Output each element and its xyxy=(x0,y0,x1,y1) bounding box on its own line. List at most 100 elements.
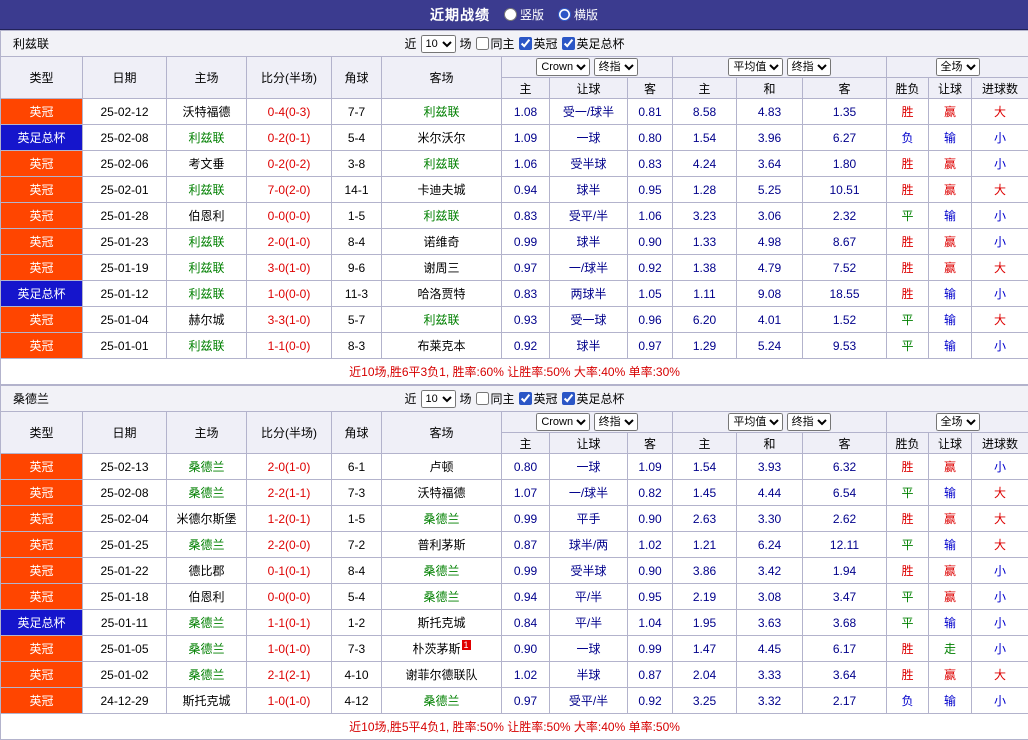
cell-away-team[interactable]: 沃特福德 xyxy=(382,480,502,506)
table-row: 英冠25-02-08桑德兰2-2(1-1)7-3沃特福德1.07一/球半0.82… xyxy=(1,480,1028,506)
same-venue-filter[interactable]: 同主 xyxy=(476,390,515,407)
cell-corners: 7-7 xyxy=(332,99,382,125)
fa-cup-checkbox[interactable] xyxy=(562,37,575,50)
cell-away-team[interactable]: 谢周三 xyxy=(382,255,502,281)
same-venue-checkbox[interactable] xyxy=(476,392,489,405)
vertical-layout-radio[interactable] xyxy=(504,8,517,21)
cell-home-team[interactable]: 桑德兰 xyxy=(167,610,247,636)
bookmaker-select[interactable]: Crown xyxy=(536,58,590,76)
championship-checkbox[interactable] xyxy=(519,37,532,50)
cell-away-team[interactable]: 卢顿 xyxy=(382,454,502,480)
cell-away-team[interactable]: 谢菲尔德联队 xyxy=(382,662,502,688)
final-odds-select-2[interactable]: 终指 xyxy=(787,413,831,431)
fulltime-select[interactable]: 全场 xyxy=(936,58,980,76)
match-count-select[interactable]: 10 xyxy=(421,390,456,408)
championship-filter[interactable]: 英冠 xyxy=(519,35,558,52)
cell-away-team[interactable]: 利兹联 xyxy=(382,151,502,177)
final-odds-select-2[interactable]: 终指 xyxy=(787,58,831,76)
championship-checkbox[interactable] xyxy=(519,392,532,405)
cell-away-team[interactable]: 朴茨茅斯1 xyxy=(382,636,502,662)
layout-option-horizontal[interactable]: 横版 xyxy=(558,6,598,23)
cell-home-team[interactable]: 利兹联 xyxy=(167,177,247,203)
cell-handicap-result: 赢 xyxy=(929,255,972,281)
cell-date: 25-02-08 xyxy=(83,125,167,151)
cell-away-team[interactable]: 桑德兰 xyxy=(382,506,502,532)
championship-filter[interactable]: 英冠 xyxy=(519,390,558,407)
cell-away-team[interactable]: 普利茅斯 xyxy=(382,532,502,558)
cell-home-team[interactable]: 利兹联 xyxy=(167,255,247,281)
cell-home-team[interactable]: 利兹联 xyxy=(167,229,247,255)
fa-cup-checkbox[interactable] xyxy=(562,392,575,405)
cell-away-team[interactable]: 斯托克城 xyxy=(382,610,502,636)
average-select[interactable]: 平均值 xyxy=(728,413,783,431)
cell-home-team[interactable]: 利兹联 xyxy=(167,333,247,359)
same-venue-label: 同主 xyxy=(491,35,515,52)
final-odds-select[interactable]: 终指 xyxy=(594,58,638,76)
cell-corners: 14-1 xyxy=(332,177,382,203)
same-venue-checkbox[interactable] xyxy=(476,37,489,50)
cell-away-team[interactable]: 卡迪夫城 xyxy=(382,177,502,203)
cell-away-team[interactable]: 布莱克本 xyxy=(382,333,502,359)
final-odds-select[interactable]: 终指 xyxy=(594,413,638,431)
cell-home-team[interactable]: 伯恩利 xyxy=(167,584,247,610)
cell-home-team[interactable]: 利兹联 xyxy=(167,281,247,307)
cell-home-team[interactable]: 伯恩利 xyxy=(167,203,247,229)
horizontal-layout-radio[interactable] xyxy=(558,8,571,21)
cell-away-team[interactable]: 诺维奇 xyxy=(382,229,502,255)
cell-away-odds: 0.92 xyxy=(628,688,673,714)
cell-away-team[interactable]: 桑德兰 xyxy=(382,584,502,610)
cell-home-team[interactable]: 米德尔斯堡 xyxy=(167,506,247,532)
layout-option-vertical[interactable]: 竖版 xyxy=(504,6,544,23)
fulltime-select[interactable]: 全场 xyxy=(936,413,980,431)
match-count-select[interactable]: 10 xyxy=(421,35,456,53)
cell-date: 25-01-01 xyxy=(83,333,167,359)
cell-avg-away: 2.62 xyxy=(803,506,887,532)
cell-handicap: 平/半 xyxy=(550,584,628,610)
cell-score: 1-0(1-0) xyxy=(247,688,332,714)
cell-away-team[interactable]: 利兹联 xyxy=(382,307,502,333)
cell-handicap-result: 输 xyxy=(929,480,972,506)
cell-handicap: 球半 xyxy=(550,177,628,203)
cell-result: 胜 xyxy=(887,662,929,688)
cell-away-team[interactable]: 桑德兰 xyxy=(382,558,502,584)
cell-home-team[interactable]: 桑德兰 xyxy=(167,662,247,688)
cell-goals-result: 大 xyxy=(972,99,1028,125)
bookmaker-select[interactable]: Crown xyxy=(536,413,590,431)
cell-home-odds: 0.94 xyxy=(502,584,550,610)
cell-competition: 英冠 xyxy=(1,307,83,333)
cell-away-team[interactable]: 桑德兰 xyxy=(382,688,502,714)
cell-goals-result: 大 xyxy=(972,662,1028,688)
cell-home-team[interactable]: 桑德兰 xyxy=(167,532,247,558)
cell-home-team[interactable]: 桑德兰 xyxy=(167,636,247,662)
cell-away-odds: 0.87 xyxy=(628,662,673,688)
col-header-home-odds: 主 xyxy=(502,433,550,454)
cell-away-team[interactable]: 利兹联 xyxy=(382,99,502,125)
cell-home-team[interactable]: 桑德兰 xyxy=(167,480,247,506)
fa-cup-filter[interactable]: 英足总杯 xyxy=(562,390,625,407)
cell-home-team[interactable]: 考文垂 xyxy=(167,151,247,177)
cell-home-odds: 0.80 xyxy=(502,454,550,480)
cell-home-team[interactable]: 德比郡 xyxy=(167,558,247,584)
cell-result: 胜 xyxy=(887,558,929,584)
cell-result: 胜 xyxy=(887,255,929,281)
cell-home-team[interactable]: 利兹联 xyxy=(167,125,247,151)
average-select[interactable]: 平均值 xyxy=(728,58,783,76)
cell-score: 2-2(1-1) xyxy=(247,480,332,506)
cell-home-team[interactable]: 赫尔城 xyxy=(167,307,247,333)
cell-score: 1-2(0-1) xyxy=(247,506,332,532)
cell-home-team[interactable]: 桑德兰 xyxy=(167,454,247,480)
cell-away-team[interactable]: 米尔沃尔 xyxy=(382,125,502,151)
cell-home-odds: 1.09 xyxy=(502,125,550,151)
cell-home-team[interactable]: 斯托克城 xyxy=(167,688,247,714)
cell-home-team[interactable]: 沃特福德 xyxy=(167,99,247,125)
cell-handicap-result: 赢 xyxy=(929,584,972,610)
cell-corners: 5-4 xyxy=(332,125,382,151)
cell-date: 25-01-05 xyxy=(83,636,167,662)
fa-cup-filter[interactable]: 英足总杯 xyxy=(562,35,625,52)
table-row: 英冠25-01-04赫尔城3-3(1-0)5-7利兹联0.93受一球0.966.… xyxy=(1,307,1028,333)
cell-goals-result: 大 xyxy=(972,480,1028,506)
cell-away-team[interactable]: 利兹联 xyxy=(382,203,502,229)
cell-avg-draw: 5.24 xyxy=(737,333,803,359)
same-venue-filter[interactable]: 同主 xyxy=(476,35,515,52)
cell-away-team[interactable]: 哈洛贾特 xyxy=(382,281,502,307)
